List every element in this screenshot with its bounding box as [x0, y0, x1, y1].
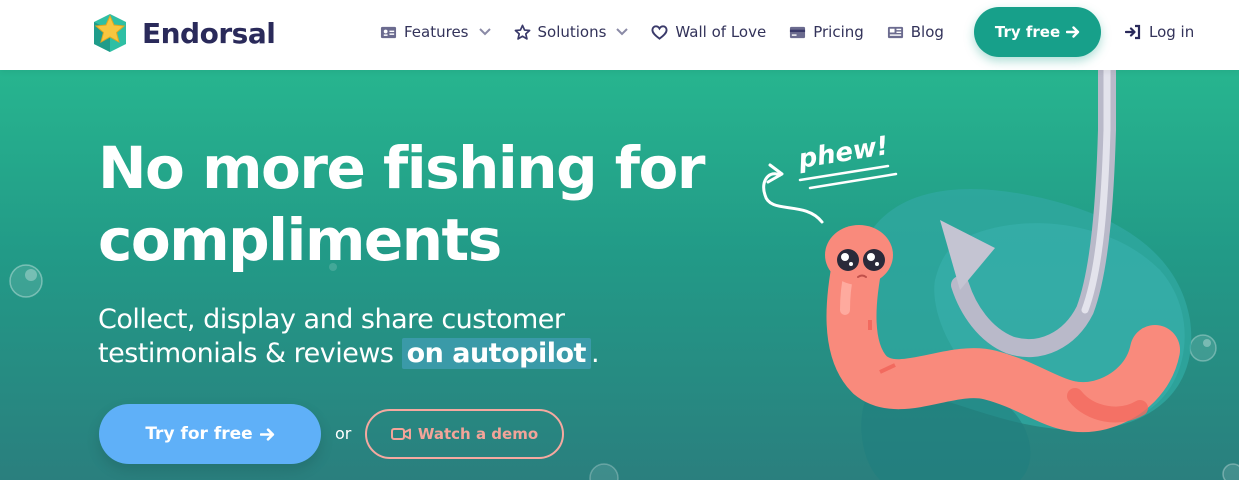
brand-name: Endorsal: [142, 16, 276, 50]
or-text: or: [335, 424, 352, 443]
phew-annotation: phew!: [762, 131, 898, 224]
login-link[interactable]: Log in: [1125, 0, 1194, 64]
hero-section: phew! No more fishing for compliments Co…: [0, 70, 1239, 480]
nav-label-features: Features: [404, 23, 469, 41]
nav-label-pricing: Pricing: [813, 23, 864, 41]
hero-headline: No more fishing for compliments: [98, 132, 738, 276]
sub-line-2: testimonials & reviews: [98, 338, 402, 369]
sign-in-icon: [1125, 24, 1141, 40]
watch-demo-button[interactable]: Watch a demo: [365, 409, 564, 459]
nav-label-blog: Blog: [910, 23, 944, 41]
video-camera-icon: [390, 428, 411, 440]
bubble-icon: [589, 463, 619, 480]
try-for-free-button[interactable]: Try for free: [99, 404, 321, 464]
try-free-label: Try free: [994, 23, 1061, 41]
bubble-icon: [1222, 463, 1239, 480]
bubble-icon: [1189, 334, 1217, 362]
autopilot-highlight: on autopilot: [401, 338, 591, 369]
sub-line-1: Collect, display and share customer: [98, 304, 565, 335]
newspaper-icon: [887, 26, 903, 38]
chevron-down-icon: [616, 28, 629, 36]
chevron-down-icon: [478, 28, 491, 36]
main-nav: Features Solutions Wall of Love Pricing: [380, 0, 967, 64]
arrow-right-icon: [259, 427, 274, 441]
login-label: Log in: [1149, 23, 1195, 41]
nav-item-solutions[interactable]: Solutions: [514, 23, 629, 41]
top-navbar: Endorsal Features Solutions Wall of Love: [0, 0, 1239, 70]
watch-demo-label: Watch a demo: [417, 425, 539, 443]
arrow-right-icon: [1066, 26, 1080, 38]
try-free-button[interactable]: Try free: [974, 7, 1101, 57]
star-icon: [514, 24, 530, 40]
nav-label-solutions: Solutions: [537, 23, 607, 41]
brand-logo[interactable]: Endorsal: [86, 10, 276, 56]
headline-line-2: compliments: [98, 206, 502, 274]
credit-card-icon: [790, 26, 806, 38]
nav-item-wall-of-love[interactable]: Wall of Love: [651, 23, 766, 41]
heart-icon: [651, 24, 668, 40]
sub-suffix: .: [590, 338, 600, 369]
try-for-free-label: Try for free: [145, 424, 253, 444]
hero-subheadline: Collect, display and share customer test…: [98, 303, 658, 371]
star-box-icon: [94, 14, 126, 52]
nav-label-wall-of-love: Wall of Love: [675, 23, 767, 41]
nav-item-features[interactable]: Features: [380, 23, 491, 41]
bubble-icon: [9, 264, 43, 298]
nav-item-blog[interactable]: Blog: [887, 23, 944, 41]
id-card-icon: [380, 26, 397, 38]
headline-line-1: No more fishing for: [98, 134, 706, 202]
nav-item-pricing[interactable]: Pricing: [789, 23, 864, 41]
